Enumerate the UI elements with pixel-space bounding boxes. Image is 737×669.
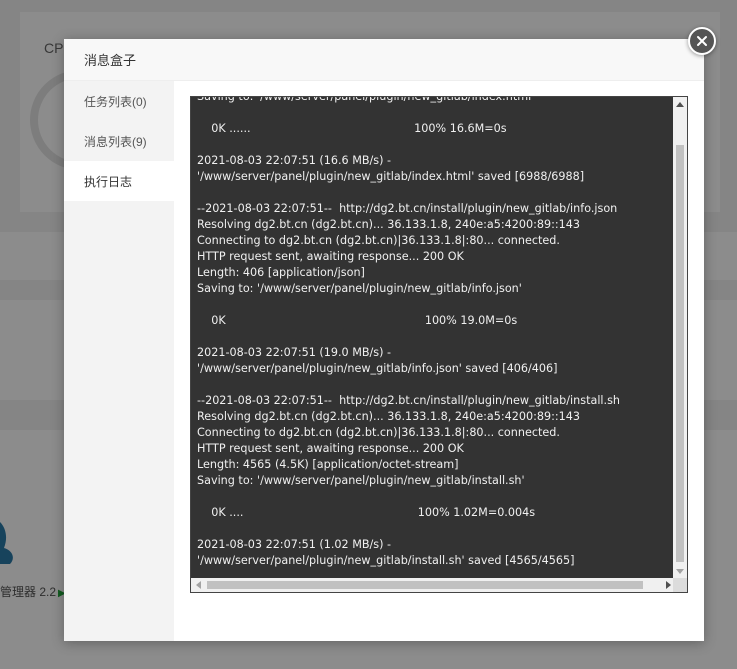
vertical-scrollbar[interactable]	[673, 97, 687, 578]
tab-task-list[interactable]: 任务列表(0)	[64, 81, 174, 121]
log-line: 2021-08-03 22:07:51 (19.0 MB/s) -	[197, 346, 392, 359]
tab-label: 执行日志	[84, 174, 133, 189]
close-icon	[697, 36, 707, 46]
close-button[interactable]	[688, 27, 716, 55]
log-line: 0K 100% 19.0M=0s	[197, 314, 518, 327]
execution-log-terminal[interactable]: Saving to: '/www/server/panel/plugin/new…	[190, 96, 688, 593]
log-line: Connecting to dg2.bt.cn (dg2.bt.cn)|36.1…	[197, 234, 560, 247]
log-line: 0K .... 100% 1.02M=0.004s	[197, 506, 536, 519]
tab-label: 消息列表(9)	[84, 134, 147, 149]
log-line: HTTP request sent, awaiting response... …	[197, 250, 464, 263]
tab-execution-log[interactable]: 执行日志	[64, 161, 174, 201]
scrollbar-corner	[673, 578, 687, 592]
message-box-modal: 消息盒子 任务列表(0) 消息列表(9) 执行日志 Saving to: '/w…	[64, 39, 704, 641]
log-line: Resolving dg2.bt.cn (dg2.bt.cn)... 36.13…	[197, 410, 580, 423]
log-line: 2021-08-03 22:07:51 (1.02 MB/s) -	[197, 538, 392, 551]
modal-content: Saving to: '/www/server/panel/plugin/new…	[174, 81, 704, 641]
log-line: Saving to: '/www/server/panel/plugin/new…	[197, 282, 522, 295]
log-line: Length: 4565 (4.5K) [application/octet-s…	[197, 458, 459, 471]
chevron-up-icon[interactable]	[673, 97, 687, 111]
log-line: 2021-08-03 22:07:51 (16.6 MB/s) -	[197, 154, 392, 167]
log-line: --2021-08-03 22:07:51-- http://dg2.bt.cn…	[197, 394, 621, 407]
log-line: '/www/server/panel/plugin/new_gitlab/ins…	[197, 554, 575, 567]
vertical-scroll-thumb[interactable]	[676, 145, 684, 562]
chevron-down-icon[interactable]	[673, 564, 687, 578]
modal-title: 消息盒子	[84, 53, 137, 68]
log-line: Saving to: '/www/server/panel/plugin/new…	[197, 474, 525, 487]
log-line: Length: 406 [application/json]	[197, 266, 365, 279]
log-line: 0K ...... 100% 16.6M=0s	[197, 122, 507, 135]
log-line: HTTP request sent, awaiting response... …	[197, 442, 464, 455]
log-line: '/www/server/panel/plugin/new_gitlab/inf…	[197, 362, 558, 375]
modal-header: 消息盒子	[64, 39, 704, 81]
tab-label: 任务列表(0)	[84, 94, 147, 109]
log-line: --2021-08-03 22:07:51-- http://dg2.bt.cn…	[197, 202, 618, 215]
log-line: '/www/server/panel/plugin/new_gitlab/ind…	[197, 170, 585, 183]
log-text-area[interactable]: Saving to: '/www/server/panel/plugin/new…	[191, 97, 675, 578]
log-line: Saving to: '/www/server/panel/plugin/new…	[197, 97, 669, 105]
horizontal-scroll-thumb[interactable]	[207, 581, 643, 589]
tab-message-list[interactable]: 消息列表(9)	[64, 121, 174, 161]
modal-sidebar: 任务列表(0) 消息列表(9) 执行日志	[64, 81, 174, 641]
horizontal-scrollbar[interactable]	[191, 578, 675, 592]
log-line: Connecting to dg2.bt.cn (dg2.bt.cn)|36.1…	[197, 426, 560, 439]
log-line: Resolving dg2.bt.cn (dg2.bt.cn)... 36.13…	[197, 218, 580, 231]
chevron-left-icon[interactable]	[191, 578, 205, 592]
log-lines: Saving to: '/www/server/panel/plugin/new…	[197, 97, 669, 569]
modal-body: 任务列表(0) 消息列表(9) 执行日志 Saving to: '/www/se…	[64, 81, 704, 641]
